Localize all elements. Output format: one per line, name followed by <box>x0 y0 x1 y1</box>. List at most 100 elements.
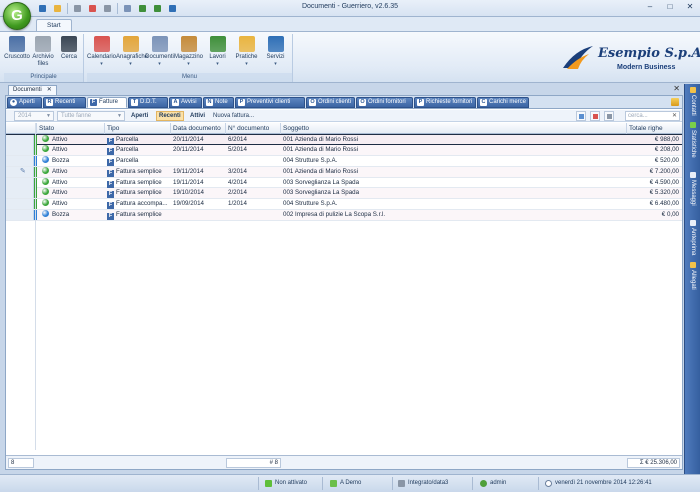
category-tab-ordini-clienti[interactable]: O Ordini clienti <box>306 97 355 108</box>
category-tab-ordini-fornitori[interactable]: O Ordini fornitori <box>356 97 413 108</box>
status-stripe <box>34 166 37 177</box>
ribbon-button-globe[interactable]: Servizi ▾ <box>261 36 290 72</box>
panel-options-icon[interactable] <box>671 98 679 106</box>
table-row[interactable]: ✎ Attivo F Fattura semplice 19/11/2014 3/2014… <box>6 166 682 178</box>
category-tab-preventivi-clienti[interactable]: P Preventivi clienti <box>235 97 305 108</box>
table-row[interactable]: Attivo F Parcella 20/11/2014 5/2014 001 Azien… <box>6 144 682 156</box>
side-tab-allegati[interactable]: Allegati <box>687 262 699 290</box>
ribbon-button-contacts[interactable]: Anagrafiche ▾ <box>116 36 148 72</box>
ribbon-tab-start[interactable]: Start <box>36 19 72 31</box>
filter-attivi-button[interactable]: Attivi <box>188 111 207 121</box>
status-mode[interactable]: A Demo <box>330 478 361 489</box>
ribbon-button-folder[interactable]: Pratiche ▾ <box>232 36 261 72</box>
category-tab-icon: R <box>46 99 53 106</box>
side-tab-messaggi[interactable]: Messaggi <box>687 172 699 206</box>
row-selector[interactable] <box>6 144 34 155</box>
category-tab-d-d-t[interactable]: T D.D.T. <box>128 97 168 108</box>
table-row[interactable]: Attivo F Fattura semplice 19/10/2014 2/2014 0… <box>6 188 682 200</box>
cell-text: Bozza <box>52 156 70 164</box>
clear-search-icon[interactable]: ✕ <box>672 112 677 120</box>
ribbon-button-label: Pratiche <box>235 54 258 60</box>
category-tab-carichi-merce[interactable]: C Carichi merce <box>477 97 529 108</box>
ribbon-button-warehouse[interactable]: Magazzino ▾ <box>174 36 203 72</box>
archive-icon <box>35 36 51 52</box>
status-activation[interactable]: Non attivato <box>265 478 307 489</box>
ribbon-button-archive[interactable]: Archivio files <box>30 36 56 72</box>
maximize-button[interactable]: □ <box>664 2 676 11</box>
category-tab-recenti[interactable]: R Recenti <box>43 97 86 108</box>
application-menu-button[interactable]: G <box>3 2 31 30</box>
ribbon-button-documents[interactable]: Documenti ▾ <box>145 36 174 72</box>
filter-recenti-button[interactable]: Recenti <box>156 111 184 121</box>
row-selector[interactable]: ✎ <box>6 166 34 177</box>
category-tab-aperti[interactable]: ● Aperti <box>7 97 42 108</box>
status-database[interactable]: Integrato/data3 <box>398 478 448 489</box>
cell-stato: Attivo <box>40 188 105 198</box>
ribbon-button-dashboard[interactable]: Cruscotto <box>4 36 30 72</box>
chevron-down-icon: ▼ <box>46 113 51 119</box>
table-row[interactable]: Attivo F Fattura accompa... 19/09/2014 1/201… <box>6 199 682 211</box>
status-database-label: Integrato/data3 <box>408 480 449 486</box>
ribbon-button-calendar[interactable]: Calendario ▾ <box>87 36 116 72</box>
filter-aperti-button[interactable]: Aperti <box>129 111 150 121</box>
table-row[interactable]: Attivo F Parcella 20/11/2014 6/2014 001 Azien… <box>6 134 682 145</box>
column-header-numero[interactable]: N° documento <box>226 123 281 134</box>
table-row[interactable]: Bozza F Fattura semplice 002 Impresa di pul… <box>6 210 682 222</box>
category-tab-icon: O <box>309 99 316 106</box>
side-tab-anteprima[interactable]: Anteprima <box>687 220 699 255</box>
row-selector[interactable] <box>6 135 34 145</box>
table-row[interactable]: Bozza F Parcella 004 Strutture S.p.A. € 520,… <box>6 155 682 167</box>
close-window-button[interactable]: ✕ <box>684 2 696 11</box>
side-tab-statistiche[interactable]: Statistiche <box>687 122 699 158</box>
cell-text: 003 Sorveglianza La Spada <box>283 189 360 197</box>
table-row[interactable]: Attivo F Fattura semplice 19/11/2014 4/2014 0… <box>6 177 682 189</box>
cell-tipo: F Parcella <box>105 135 171 145</box>
cell-numero: 4/2014 <box>226 178 281 188</box>
columns-tool-button[interactable] <box>576 111 586 121</box>
category-tab-avvisi[interactable]: A Avvisi <box>169 97 202 108</box>
status-user[interactable]: admin <box>480 478 506 489</box>
row-selector[interactable] <box>6 155 34 166</box>
close-all-tabs-icon[interactable]: ✕ <box>673 84 680 93</box>
row-selector[interactable] <box>6 177 34 188</box>
new-invoice-link[interactable]: Nuova fattura... <box>211 111 256 121</box>
cell-text: € 7.200,00 <box>649 167 679 175</box>
column-header-stato[interactable]: Stato <box>37 123 105 134</box>
window-title: Documenti - Guerriero, v2.6.35 <box>301 3 399 10</box>
side-tab-contatti[interactable]: Contatti <box>687 87 699 116</box>
cell-text: 004 Strutture S.p.A. <box>283 200 338 208</box>
cell-soggetto: 001 Azienda di Mario Rossi <box>281 135 627 145</box>
invoice-type-icon: F <box>107 213 114 221</box>
minimize-button[interactable]: – <box>644 2 656 11</box>
footer-count-box: 8 <box>8 458 34 468</box>
search-input[interactable]: cerca... ✕ <box>625 111 680 121</box>
category-tab-note[interactable]: N Note <box>203 97 234 108</box>
print-tool-button[interactable] <box>604 111 614 121</box>
side-tab-label: Messaggi <box>690 180 696 206</box>
export-tool-button[interactable] <box>590 111 600 121</box>
status-datetime-label: venerdì 21 novembre 2014 12:26:41 <box>555 480 652 486</box>
document-tab-close-icon[interactable]: ✕ <box>47 86 52 95</box>
ribbon-button-label: Cruscotto <box>4 54 30 60</box>
column-header-totale[interactable]: Totale righe <box>627 123 682 134</box>
document-tab[interactable]: Documenti ✕ <box>8 85 57 95</box>
year-select[interactable]: 2014 ▼ <box>14 111 54 121</box>
table-header: Stato Tipo Data documento N° documento S… <box>6 123 682 134</box>
ribbon-button-binoculars[interactable]: Cerca <box>56 36 82 72</box>
cell-text: € 0,00 <box>661 211 679 219</box>
column-header-data[interactable]: Data documento <box>171 123 226 134</box>
row-selector[interactable] <box>6 199 34 210</box>
active-status-icon <box>42 166 49 174</box>
contacts-icon <box>122 36 139 52</box>
series-select[interactable]: Tutte fanne ▼ <box>57 111 125 121</box>
column-header-tipo[interactable]: Tipo <box>105 123 171 134</box>
category-tab-richieste-fornitori[interactable]: P Richieste fornitori <box>414 97 476 108</box>
ribbon-button-work[interactable]: Lavori ▾ <box>203 36 232 72</box>
category-tab-fatture[interactable]: F Fatture <box>87 97 127 108</box>
row-selector[interactable] <box>6 188 34 199</box>
column-header-soggetto[interactable]: Soggetto <box>281 123 627 134</box>
document-tab-strip: Documenti ✕ ✕ <box>0 84 684 95</box>
row-selector[interactable] <box>6 210 34 221</box>
cell-tipo: F Parcella <box>105 156 171 166</box>
documents-icon <box>151 36 168 52</box>
